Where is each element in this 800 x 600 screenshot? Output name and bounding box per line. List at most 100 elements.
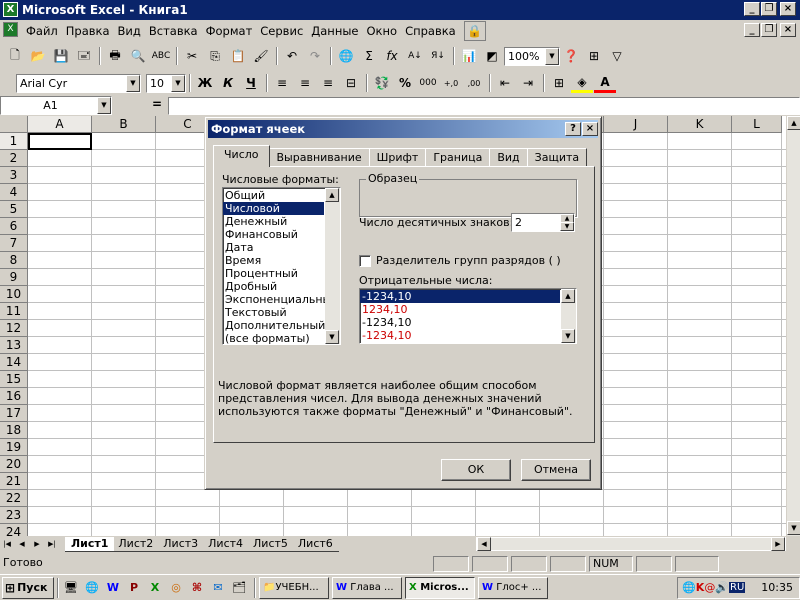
word-icon[interactable]: W [104,579,122,597]
sheet-tab-4[interactable]: Лист4 [202,537,250,552]
name-box[interactable]: A1 ▼ [0,96,112,115]
increase-indent-icon[interactable]: ⇥ [517,73,539,93]
folder-icon[interactable]: 🗂 [230,579,248,597]
equals-button[interactable]: = [112,97,168,114]
column-header-J[interactable]: J [604,116,668,133]
row-header-15[interactable]: 15 [0,371,28,388]
negative-format-item[interactable]: -1234,10 [360,290,560,303]
close-button[interactable]: × [780,2,796,16]
scroll-right-icon[interactable]: ▶ [771,537,785,551]
access-icon[interactable]: ⌘ [188,579,206,597]
redo-icon[interactable]: ↷ [304,46,326,66]
undo-icon[interactable]: ↶ [281,46,303,66]
scroll-up-icon[interactable]: ▲ [325,188,339,202]
menu-edit[interactable]: Правка [62,24,114,38]
row-header-3[interactable]: 3 [0,167,28,184]
category-item[interactable]: Экспоненциальный [223,293,338,306]
row-header-5[interactable]: 5 [0,201,28,218]
row-header-8[interactable]: 8 [0,252,28,269]
row-header-10[interactable]: 10 [0,286,28,303]
currency-icon[interactable]: 💱 [371,73,393,93]
prev-sheet-icon[interactable]: ◀ [15,534,29,554]
category-item[interactable]: Дополнительный [223,319,325,332]
row-header-12[interactable]: 12 [0,320,28,337]
cancel-button[interactable]: Отмена [521,459,591,481]
decimals-spinner[interactable]: 2 ▲ ▼ [511,213,575,232]
language-indicator[interactable]: RU [729,582,746,593]
column-header-B[interactable]: B [92,116,156,133]
first-sheet-icon[interactable]: |◀ [0,534,14,554]
category-item[interactable]: Дробный [223,280,324,293]
start-button[interactable]: ⊞ Пуск [2,576,54,599]
row-header-13[interactable]: 13 [0,337,28,354]
row-header-9[interactable]: 9 [0,269,28,286]
italic-button[interactable]: К [217,73,239,93]
negative-numbers-list[interactable]: -1234,10 1234,10 -1234,10 -1234,10 ▲ ▼ [359,288,577,344]
category-item[interactable]: Текстовый [223,306,324,319]
merge-center-icon[interactable]: ⊟ [340,73,362,93]
menu-window[interactable]: Окно [363,24,402,38]
menu-file[interactable]: Файл [22,24,62,38]
doc-minimize-button[interactable]: _ [744,23,760,37]
thousands-button[interactable]: 000 [417,73,439,93]
tab-font[interactable]: Шрифт [368,148,427,167]
menu-insert[interactable]: Вставка [145,24,202,38]
restore-button[interactable]: ❐ [761,2,777,16]
row-header-14[interactable]: 14 [0,354,28,371]
filter-icon[interactable]: ▽ [606,46,628,66]
underline-button[interactable]: Ч [240,73,262,93]
row-header-18[interactable]: 18 [0,422,28,439]
row-header-6[interactable]: 6 [0,218,28,235]
increase-decimal-icon[interactable]: +,0 [440,73,462,93]
cut-icon[interactable]: ✂ [181,46,203,66]
tab-number[interactable]: Число [213,145,270,167]
powerpoint-icon[interactable]: ◎ [167,579,185,597]
tab-alignment[interactable]: Выравнивание [268,148,370,167]
scroll-left-icon[interactable]: ◀ [477,537,491,551]
percent-button[interactable]: % [394,73,416,93]
horizontal-scrollbar[interactable]: ◀ ▶ [476,537,786,551]
row-header-23[interactable]: 23 [0,507,28,524]
excel-icon[interactable]: X [3,2,18,17]
fill-color-icon[interactable]: ◈ [571,73,593,93]
help-icon[interactable]: ❓ [560,46,582,66]
sheet-tab-3[interactable]: Лист3 [157,537,205,552]
print-icon[interactable]: 🖶 [104,46,126,66]
print-preview-icon[interactable]: 🔍 [127,46,149,66]
row-header-17[interactable]: 17 [0,405,28,422]
menu-format[interactable]: Формат [202,24,257,38]
align-left-icon[interactable]: ≡ [271,73,293,93]
row-header-21[interactable]: 21 [0,473,28,490]
menu-view[interactable]: Вид [114,24,145,38]
autosum-icon[interactable]: Σ [358,46,380,66]
spelling-icon[interactable]: ABC [150,46,172,66]
doc-close-button[interactable]: × [780,23,796,37]
category-item[interactable]: Общий [223,189,324,202]
minimize-button[interactable]: _ [744,2,760,16]
category-item[interactable]: Процентный [223,267,324,280]
sort-ascending-icon[interactable]: A↓ [404,46,426,66]
sheet-tab-6[interactable]: Лист6 [291,537,339,552]
scroll-up-icon[interactable]: ▲ [561,289,575,303]
sheet-tab-1[interactable]: Лист1 [65,536,115,552]
negative-format-item[interactable]: 1234,10 [360,303,560,316]
category-item[interactable]: Финансовый [223,228,324,241]
category-item[interactable]: (все форматы) [223,332,324,344]
scroll-down-icon[interactable]: ▼ [787,521,800,535]
last-sheet-icon[interactable]: ▶| [45,534,59,554]
chevron-down-icon[interactable]: ▼ [171,74,185,92]
row-header-4[interactable]: 4 [0,184,28,201]
ok-button[interactable]: ОК [441,459,511,481]
format-painter-icon[interactable]: 🖌 [250,46,272,66]
excel-quicklaunch-icon[interactable]: X [146,579,164,597]
new-icon[interactable]: 🗋 [4,46,26,66]
sort-descending-icon[interactable]: Я↓ [427,46,449,66]
chevron-down-icon[interactable]: ▼ [545,47,559,65]
doc-restore-button[interactable]: ❐ [761,23,777,37]
thousands-separator-checkbox[interactable] [359,255,371,267]
task-word[interactable]: W Глава ... [332,576,402,599]
category-item[interactable]: Числовой [223,202,324,215]
font-name-select[interactable]: Arial Cyr ▼ [16,73,141,93]
decrease-decimal-icon[interactable]: ,00 [463,73,485,93]
zoom-select[interactable]: 100% ▼ [504,46,560,66]
